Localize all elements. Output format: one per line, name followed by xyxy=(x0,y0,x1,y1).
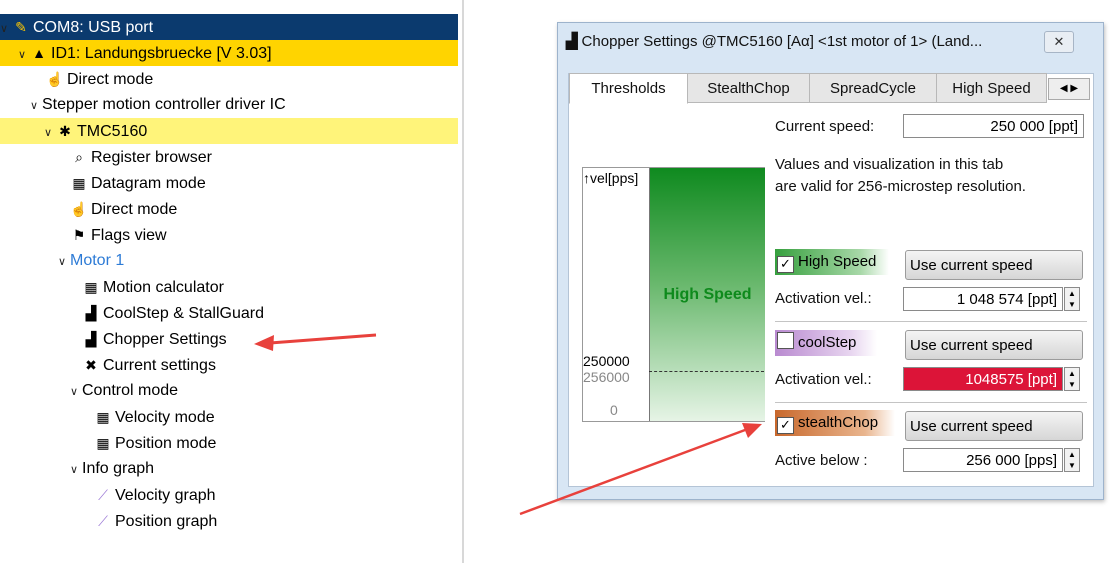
annotation-arrows xyxy=(254,333,762,516)
arrow-to-chopper-settings xyxy=(254,333,377,351)
arrow-to-stealthchop xyxy=(519,423,762,516)
